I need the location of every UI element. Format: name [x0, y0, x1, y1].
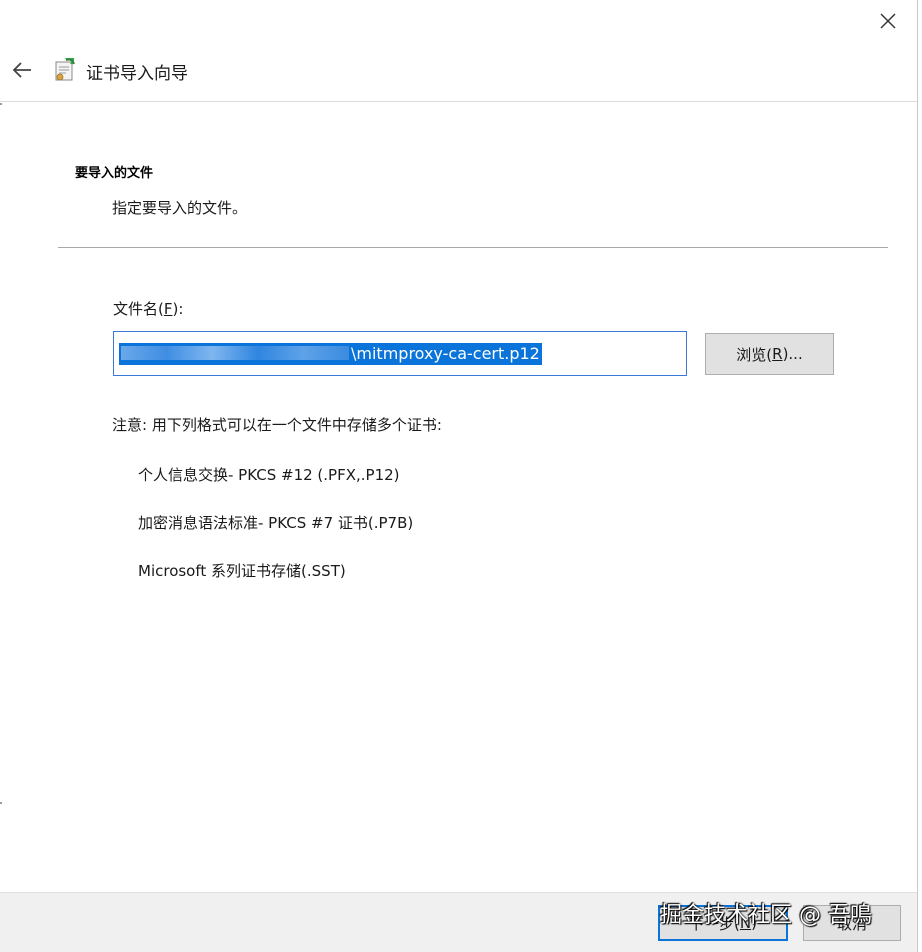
next-button[interactable]: 下一步(N) [658, 905, 788, 941]
edge-mark [0, 103, 2, 105]
format-item-p7b: 加密消息语法标准- PKCS #7 证书(.P7B) [138, 514, 414, 532]
back-button[interactable] [8, 56, 36, 84]
redacted-path-segment [121, 346, 349, 360]
section-title: 要导入的文件 [75, 166, 154, 181]
certificate-import-wizard-window: 证书导入向导 要导入的文件 指定要导入的文件。 文件名(F): \mitmpro… [0, 0, 918, 952]
certificate-wizard-icon [55, 58, 75, 81]
cancel-button[interactable]: 取消 [803, 905, 901, 941]
close-icon [880, 13, 896, 29]
edge-mark [0, 802, 2, 804]
wizard-title: 证书导入向导 [86, 64, 188, 84]
wizard-header: 证书导入向导 [0, 52, 917, 88]
section-divider [58, 247, 888, 248]
format-item-sst: Microsoft 系列证书存储(.SST) [138, 562, 346, 580]
wizard-footer: 下一步(N) 取消 [0, 892, 917, 952]
file-path-text: \mitmproxy-ca-cert.p12 [351, 343, 540, 363]
section-description: 指定要导入的文件。 [112, 199, 248, 217]
close-button[interactable] [873, 6, 903, 36]
file-name-input[interactable]: \mitmproxy-ca-cert.p12 [113, 331, 687, 376]
selected-file-path: \mitmproxy-ca-cert.p12 [119, 342, 542, 365]
file-name-label: 文件名(F): [113, 300, 184, 318]
format-item-pfx: 个人信息交换- PKCS #12 (.PFX,.P12) [138, 466, 400, 484]
format-note: 注意: 用下列格式可以在一个文件中存储多个证书: [112, 416, 442, 434]
file-name-accelerator: F [163, 300, 173, 318]
header-divider [0, 101, 917, 102]
browse-button[interactable]: 浏览(R)... [705, 333, 834, 375]
back-arrow-icon [12, 62, 31, 78]
